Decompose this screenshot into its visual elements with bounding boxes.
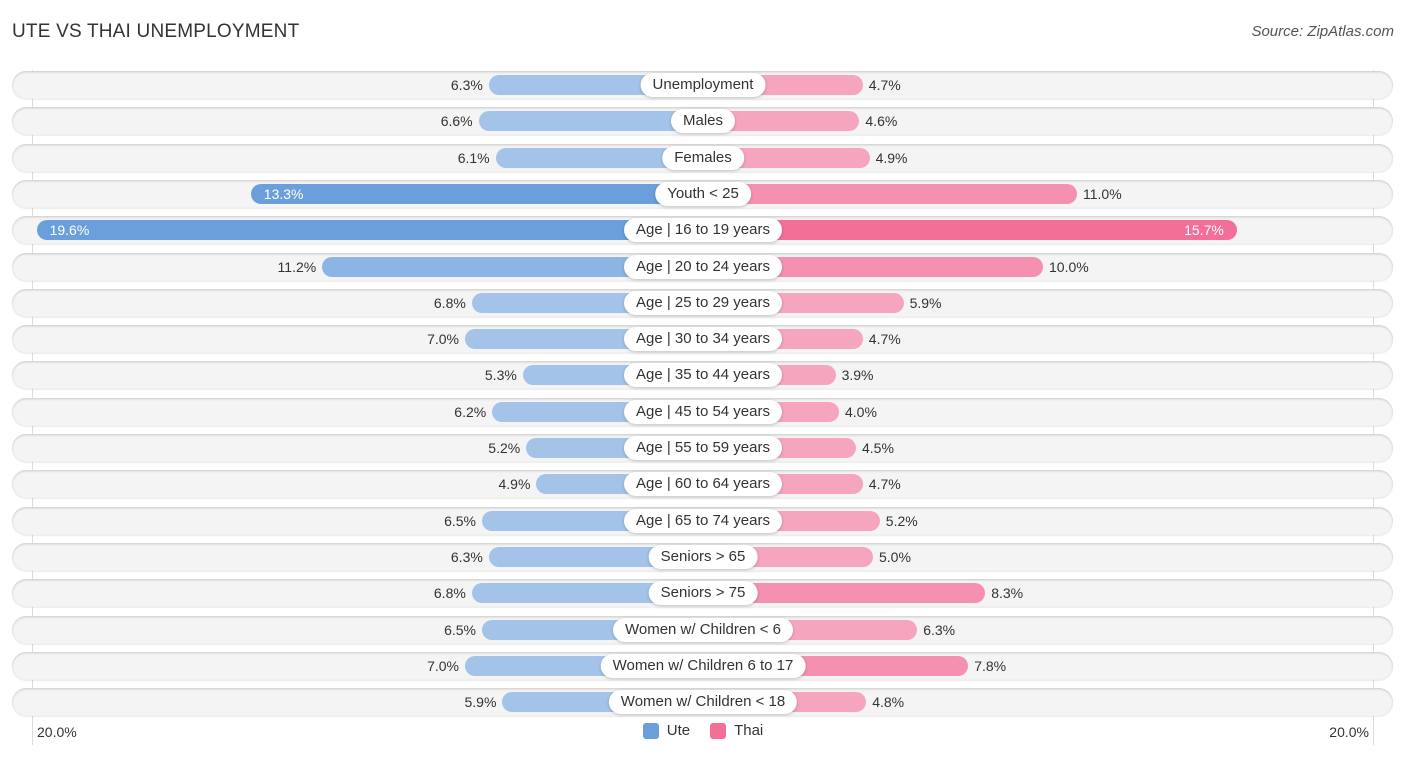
legend-item-ute[interactable]: Ute: [642, 722, 691, 739]
thai-value-label: 4.0%: [845, 403, 877, 420]
category-label: Age | 35 to 44 years: [624, 363, 782, 388]
ute-value-label: 6.8%: [433, 294, 466, 311]
thai-value-label: 5.2%: [885, 512, 918, 529]
category-label: Unemployment: [640, 73, 766, 97]
thai-value-label: 10.0%: [1049, 258, 1089, 275]
chart-title: UTE VS THAI UNEMPLOYMENT: [12, 21, 300, 42]
thai-value-label: 8.3%: [991, 585, 1024, 602]
category-label: Seniors > 65: [648, 544, 758, 569]
ute-bar[interactable]: [250, 183, 703, 204]
thai-value-label: 6.3%: [923, 621, 956, 638]
category-label: Youth < 25: [655, 181, 751, 206]
ute-value-label: 5.9%: [464, 694, 497, 711]
ute-value-label: 6.6%: [440, 113, 473, 130]
category-label: Females: [662, 145, 744, 170]
legend-item-thai[interactable]: Thai: [710, 722, 763, 739]
thai-bar[interactable]: [703, 220, 1237, 241]
category-label: Age | 60 to 64 years: [624, 472, 782, 497]
thai-value-label: 4.7%: [868, 77, 901, 93]
ute-value-label: 5.3%: [484, 367, 517, 384]
thai-bar[interactable]: [703, 183, 1077, 204]
category-label: Seniors > 75: [648, 581, 758, 606]
source-label: Source: ZipAtlas.com: [1251, 23, 1394, 40]
ute-value-label: 19.6%: [49, 222, 90, 239]
category-label: Males: [670, 109, 736, 134]
legend-swatch-thai: [710, 722, 727, 739]
category-label: Women w/ Children < 6: [612, 617, 794, 642]
ute-bar[interactable]: [478, 111, 703, 132]
category-label: Age | 55 to 59 years: [624, 436, 782, 460]
category-label: Age | 65 to 74 years: [624, 508, 782, 533]
ute-value-label: 6.8%: [433, 585, 466, 602]
ute-value-label: 6.3%: [450, 548, 483, 565]
ute-value-label: 7.0%: [427, 657, 459, 674]
ute-value-label: 6.5%: [444, 621, 476, 638]
ute-value-label: 4.9%: [498, 476, 531, 493]
category-label: Age | 20 to 24 years: [624, 254, 782, 279]
legend: Ute Thai: [0, 722, 1406, 739]
thai-value-label: 4.7%: [868, 476, 901, 493]
ute-value-label: 5.2%: [488, 440, 521, 456]
thai-value-label: 11.0%: [1083, 185, 1122, 202]
category-label: Women w/ Children 6 to 17: [600, 653, 806, 678]
thai-value-label: 4.8%: [872, 694, 905, 711]
legend-swatch-ute: [642, 722, 659, 739]
legend-label-thai: Thai: [734, 722, 764, 739]
ute-value-label: 6.2%: [454, 403, 487, 420]
ute-value-label: 6.1%: [457, 149, 490, 166]
ute-value-label: 6.3%: [450, 77, 483, 93]
ute-value-label: 6.5%: [444, 512, 476, 529]
ute-bar[interactable]: [36, 220, 703, 241]
ute-value-label: 11.2%: [277, 258, 317, 275]
category-label: Age | 25 to 29 years: [624, 290, 782, 315]
thai-value-label: 4.9%: [875, 149, 908, 166]
thai-value-label: 5.0%: [879, 548, 911, 565]
thai-value-label: 4.6%: [865, 113, 898, 130]
thai-value-label: 5.9%: [909, 294, 942, 311]
ute-value-label: 7.0%: [427, 331, 459, 348]
thai-value-label: 4.5%: [862, 440, 894, 456]
legend-label-ute: Ute: [666, 722, 691, 739]
thai-value-label: 15.7%: [1184, 222, 1224, 239]
category-label: Women w/ Children < 18: [608, 690, 798, 715]
thai-value-label: 4.7%: [868, 331, 901, 348]
thai-value-label: 7.8%: [974, 657, 1007, 674]
category-label: Age | 30 to 34 years: [624, 327, 782, 352]
thai-value-label: 3.9%: [841, 367, 874, 384]
category-label: Age | 45 to 54 years: [624, 399, 782, 424]
ute-value-label: 13.3%: [263, 185, 304, 202]
category-label: Age | 16 to 19 years: [624, 218, 782, 243]
